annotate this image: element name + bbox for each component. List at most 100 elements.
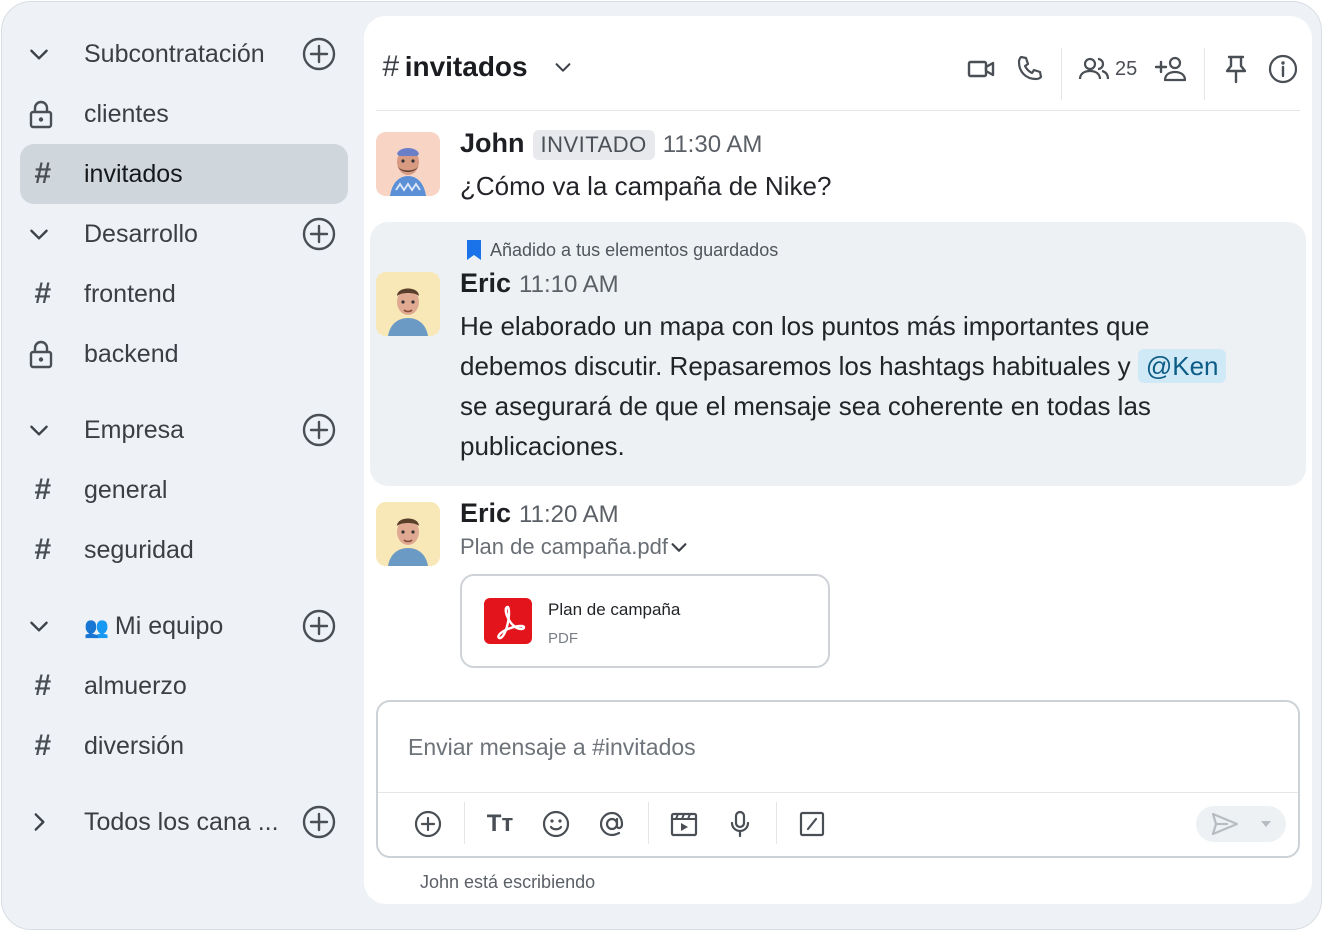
channel-header: # invitados 25 [364, 16, 1312, 112]
sidebar-item-label: diversión [84, 731, 185, 760]
chevron-down-icon [20, 417, 66, 443]
at-sign-icon [599, 811, 624, 837]
sidebar-item-seguridad[interactable]: # seguridad [20, 520, 348, 580]
sidebar-group-label: Subcontratación [84, 39, 265, 68]
sidebar-item-invitados[interactable]: # invitados [20, 144, 348, 204]
add-circle-icon [414, 810, 442, 838]
message-text: ¿Cómo va la campaña de Nike? [460, 171, 832, 201]
sidebar-item-label: clientes [84, 99, 169, 128]
pdf-icon [484, 598, 532, 644]
header-divider [376, 110, 1300, 111]
sidebar-item-almuerzo[interactable]: # almuerzo [20, 656, 348, 716]
sidebar-item-backend[interactable]: backend [20, 324, 348, 384]
message-header: Eric 11:10 AM [460, 268, 619, 299]
message-author[interactable]: Eric [460, 498, 511, 528]
sidebar-group-desarrollo[interactable]: Desarrollo [20, 204, 348, 264]
sidebar: Subcontratación clientes # invitados Des… [2, 2, 364, 929]
attachment-toggle[interactable]: Plan de campaña.pdf [460, 534, 690, 560]
message-text: He elaborado un mapa con los puntos más … [460, 306, 1300, 466]
sidebar-item-label: seguridad [84, 535, 194, 564]
chevron-down-icon [20, 613, 66, 639]
channel-panel: # invitados 25 John INVITADO 11:30 AM ¿C… [364, 16, 1312, 904]
message-composer: Tт [376, 700, 1300, 858]
add-circle-icon[interactable] [302, 413, 336, 447]
sidebar-item-label: almuerzo [84, 671, 187, 700]
members-icon[interactable] [1078, 54, 1110, 84]
add-circle-icon[interactable] [302, 805, 336, 839]
lock-icon [20, 339, 66, 369]
hash-icon: # [34, 277, 51, 310]
app-window: Subcontratación clientes # invitados Des… [1, 1, 1322, 930]
sidebar-group-label: Empresa [84, 415, 185, 444]
member-count[interactable]: 25 [1115, 58, 1137, 81]
people-emoji-icon: 👥 [84, 616, 109, 639]
file-attachment-card[interactable]: Plan de campaña PDF [460, 574, 830, 668]
video-clip-icon [670, 812, 698, 837]
hash-icon: # [34, 669, 51, 702]
sidebar-group-empresa[interactable]: Empresa [20, 400, 348, 460]
slash-box-icon [799, 811, 825, 837]
sidebar-group-label: Todos los cana ... [84, 807, 279, 836]
pin-icon[interactable] [1222, 54, 1250, 84]
avatar[interactable] [376, 272, 440, 336]
info-icon[interactable] [1268, 54, 1298, 84]
message-header: Eric 11:20 AM [460, 498, 619, 529]
sidebar-item-clientes[interactable]: clientes [20, 84, 348, 144]
hash-icon: # [34, 473, 51, 506]
sidebar-item-frontend[interactable]: # frontend [20, 264, 348, 324]
hash-icon: # [34, 729, 51, 762]
media-button[interactable] [668, 808, 700, 840]
voice-message-button[interactable] [724, 808, 756, 840]
guest-badge: INVITADO [532, 130, 655, 160]
message-time: 11:10 AM [519, 271, 619, 298]
avatar[interactable] [376, 132, 440, 196]
mention-button[interactable] [596, 808, 628, 840]
emoji-button[interactable] [540, 808, 572, 840]
lock-icon [20, 99, 66, 129]
text-format-icon: Tт [486, 810, 514, 837]
video-camera-icon[interactable] [966, 54, 996, 84]
add-attachment-button[interactable] [412, 808, 444, 840]
attachment-filename: Plan de campaña.pdf [460, 534, 668, 559]
sidebar-group-mi-equipo[interactable]: 👥 Mi equipo [20, 596, 348, 656]
message-author[interactable]: John [460, 128, 525, 158]
chevron-down-icon [671, 543, 687, 552]
smiley-icon [542, 810, 570, 838]
add-circle-icon[interactable] [302, 37, 336, 71]
add-circle-icon[interactable] [302, 217, 336, 251]
file-title: Plan de campaña [548, 600, 681, 619]
send-controls [1196, 806, 1286, 842]
chevron-down-icon [20, 221, 66, 247]
message-author[interactable]: Eric [460, 268, 511, 298]
message-input[interactable] [378, 702, 1298, 792]
sidebar-item-label: general [84, 475, 168, 504]
hash-icon: # [34, 533, 51, 566]
typing-indicator: John está escribiendo [420, 872, 596, 892]
message-time: 11:20 AM [519, 501, 619, 528]
hash-icon: # [34, 157, 51, 190]
saved-notice: Añadido a tus elementos guardados [464, 238, 778, 262]
sidebar-item-label: invitados [84, 159, 183, 188]
sidebar-item-general[interactable]: # general [20, 460, 348, 520]
sidebar-group-all-channels[interactable]: Todos los cana ... [20, 792, 348, 852]
text-format-button[interactable]: Tт [484, 808, 516, 840]
caret-down-icon[interactable] [1258, 816, 1274, 832]
chevron-right-icon [20, 809, 66, 835]
sidebar-item-label: frontend [84, 279, 176, 308]
chevron-down-icon [20, 41, 66, 67]
bookmark-icon [467, 240, 481, 260]
slash-command-button[interactable] [796, 808, 828, 840]
message-time: 11:30 AM [662, 131, 763, 158]
user-mention[interactable]: @Ken [1137, 349, 1227, 383]
file-type: PDF [548, 630, 578, 647]
message-header: John INVITADO 11:30 AM [460, 128, 762, 160]
sidebar-item-diversion[interactable]: # diversión [20, 716, 348, 776]
sidebar-group-label: 👥 Mi equipo [84, 611, 224, 640]
add-circle-icon[interactable] [302, 609, 336, 643]
phone-icon[interactable] [1014, 54, 1044, 84]
add-member-icon[interactable] [1154, 54, 1188, 84]
sidebar-group-subcontratacion[interactable]: Subcontratación [20, 24, 348, 84]
avatar[interactable] [376, 502, 440, 566]
send-icon[interactable] [1210, 810, 1240, 838]
sidebar-item-label: backend [84, 339, 179, 368]
